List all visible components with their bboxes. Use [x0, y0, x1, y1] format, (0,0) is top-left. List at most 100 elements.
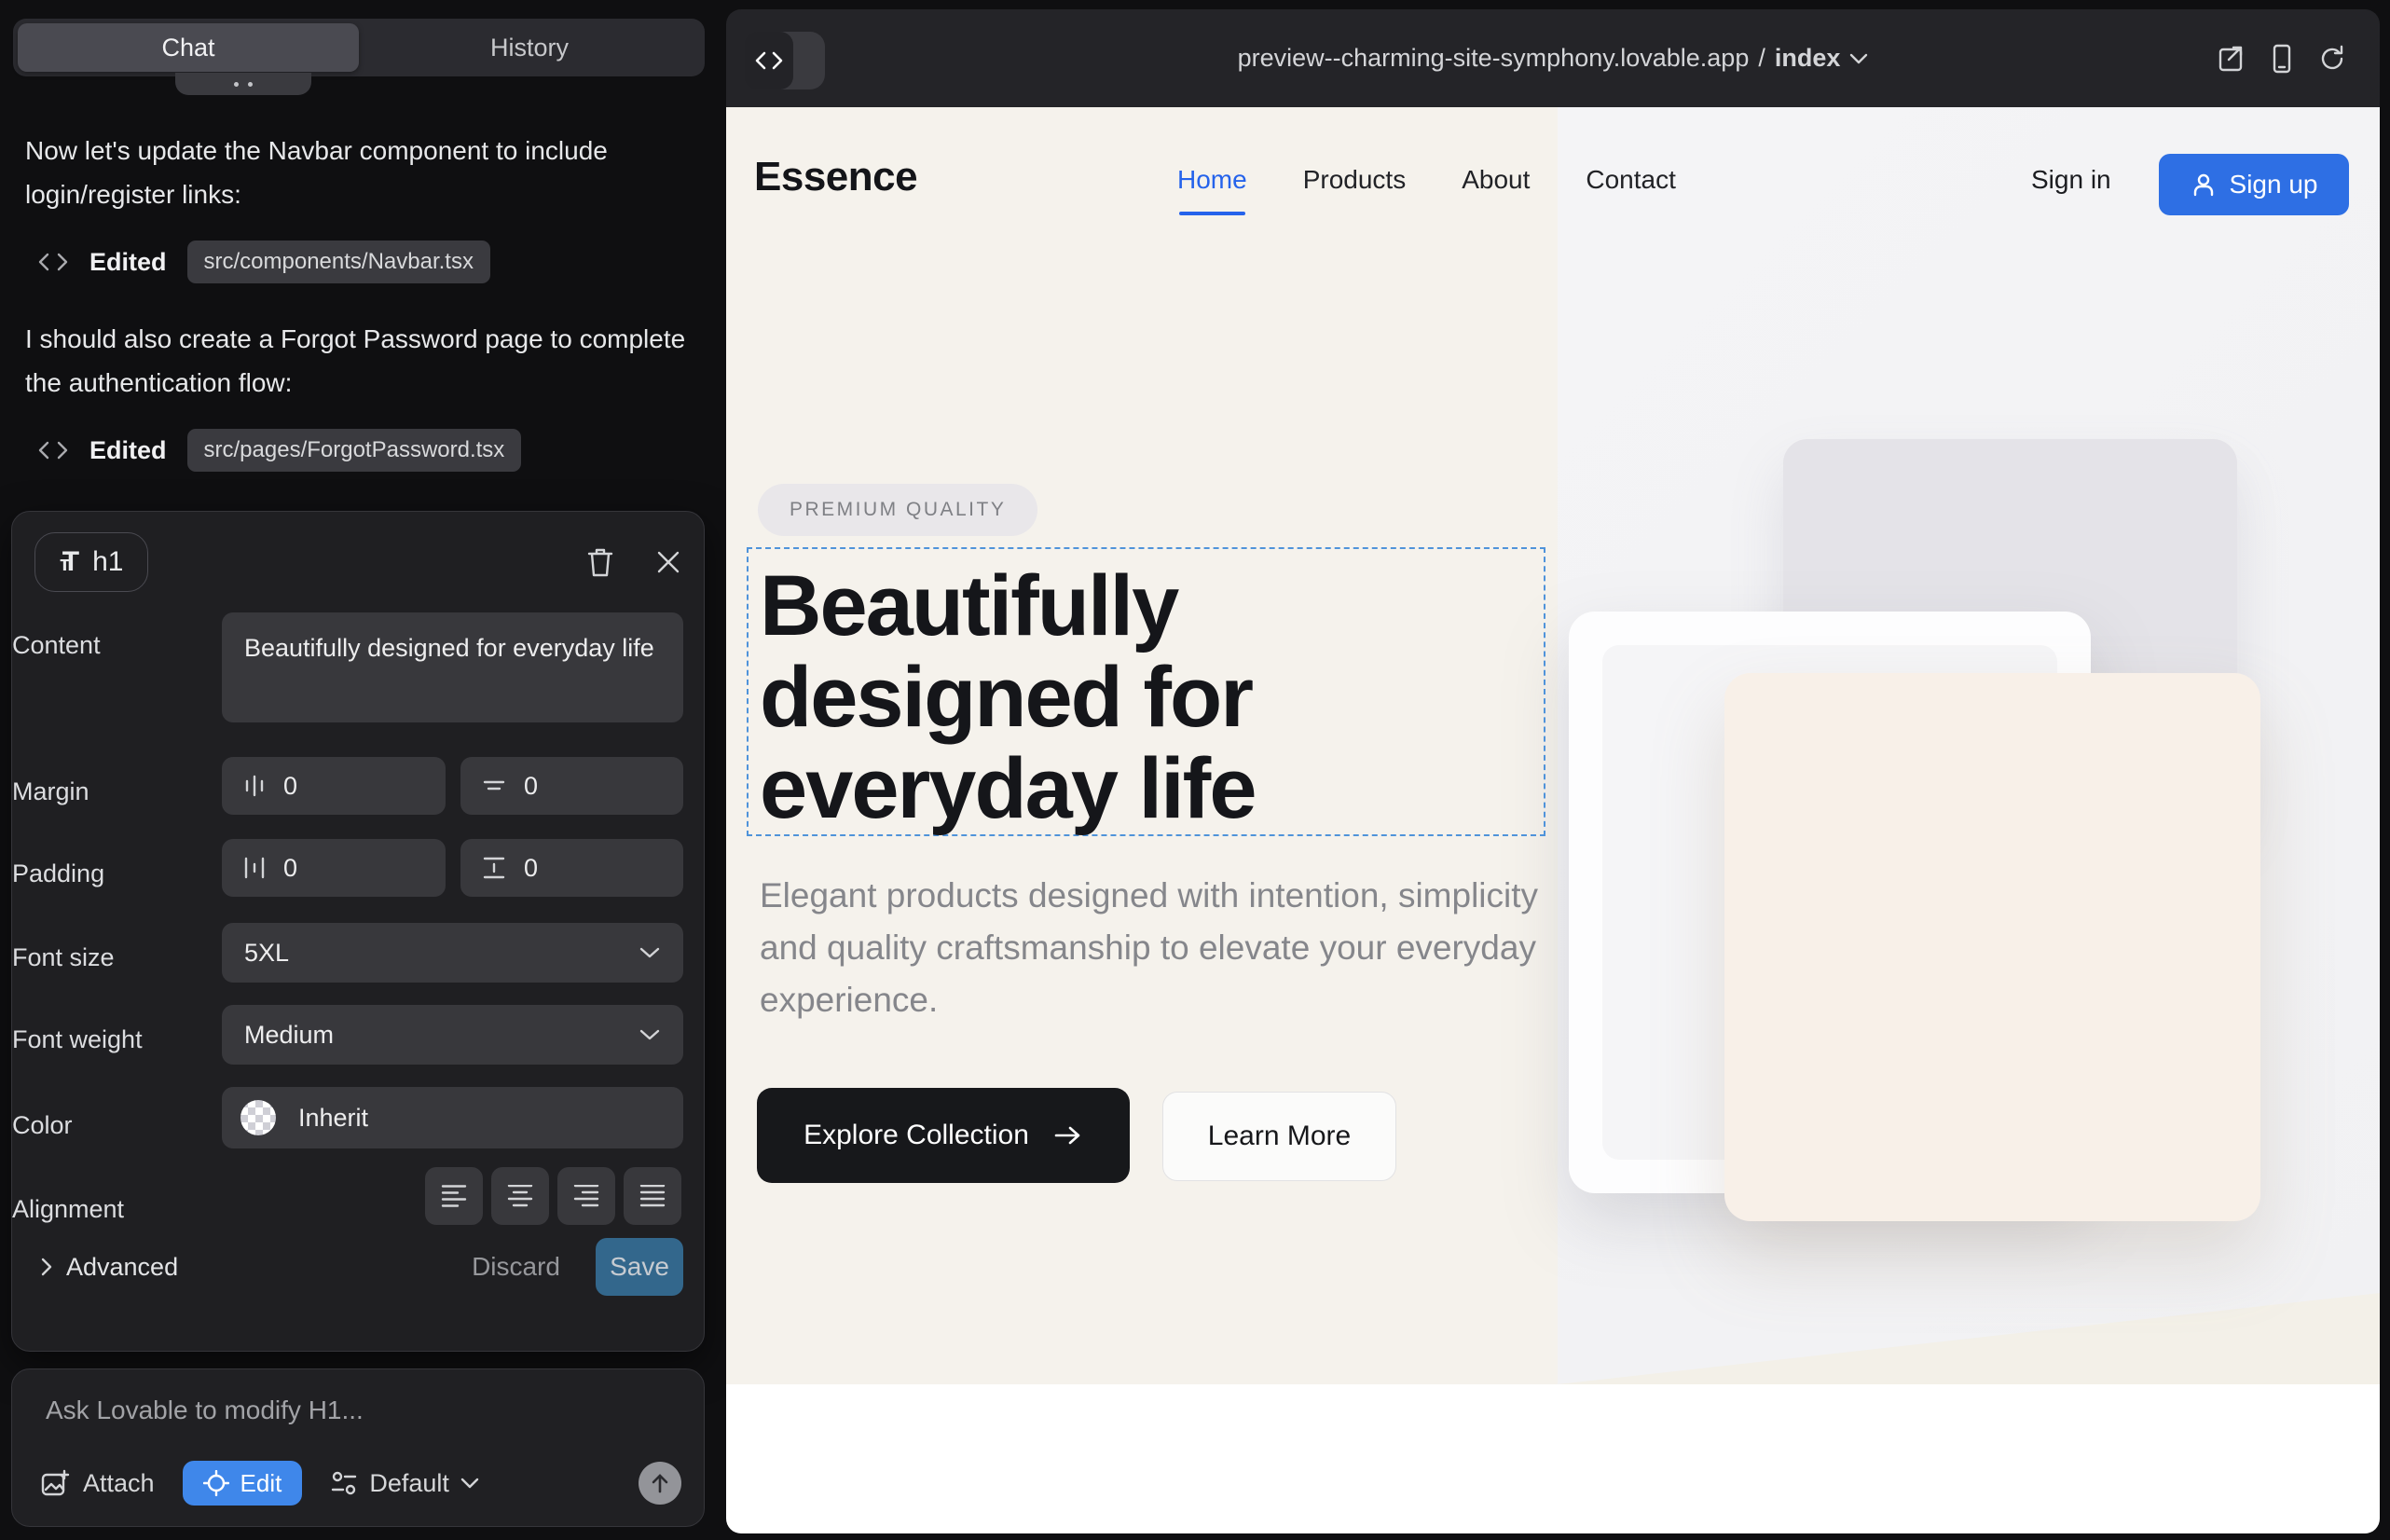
tab-chat[interactable]: Chat	[18, 23, 359, 72]
send-button[interactable]	[639, 1462, 681, 1505]
alignment-label: Alignment	[12, 1195, 124, 1224]
edit-mode-button[interactable]: Edit	[183, 1461, 303, 1506]
nav-link-contact[interactable]: Contact	[1586, 165, 1676, 195]
advanced-label: Advanced	[66, 1253, 178, 1282]
font-weight-select[interactable]: Medium	[222, 1005, 683, 1065]
attach-button[interactable]: Attach	[40, 1469, 155, 1498]
sliders-icon	[330, 1470, 358, 1496]
delete-element-button[interactable]	[586, 546, 614, 578]
hero-heading-line: designed for	[760, 652, 1255, 743]
margin-vertical-icon	[481, 776, 507, 796]
hero-heading-line: Beautifully	[760, 560, 1255, 652]
target-icon	[203, 1470, 229, 1496]
chat-sidebar: Chat History Now let's update the Navbar…	[0, 0, 726, 1540]
composer-input[interactable]	[46, 1396, 661, 1442]
arrow-up-icon	[650, 1472, 670, 1494]
align-right-button[interactable]	[557, 1167, 615, 1225]
sign-up-button[interactable]: Sign up	[2159, 154, 2349, 215]
align-center-icon	[506, 1185, 534, 1207]
align-left-icon	[440, 1185, 468, 1207]
mobile-view-icon[interactable]	[2272, 44, 2292, 74]
site-canvas: Essence Home Products About Contact Sign…	[726, 107, 2380, 1533]
margin-x-value: 0	[283, 772, 297, 801]
hero-heading[interactable]: Beautifully designed for everyday life	[760, 560, 1255, 834]
align-center-button[interactable]	[491, 1167, 549, 1225]
edited-label: Edited	[89, 248, 167, 277]
chevron-down-icon	[460, 1478, 479, 1489]
site-navbar: Essence Home Products About Contact Sign…	[726, 107, 2380, 228]
align-left-button[interactable]	[425, 1167, 483, 1225]
color-select[interactable]: Inherit	[222, 1087, 683, 1148]
save-button[interactable]: Save	[596, 1238, 683, 1296]
arrow-right-icon	[1053, 1124, 1083, 1147]
padding-vertical-icon	[481, 856, 507, 880]
preview-browser-bar: preview--charming-site-symphony.lovable.…	[726, 9, 2380, 107]
align-justify-button[interactable]	[624, 1167, 681, 1225]
dot-icon	[248, 82, 253, 87]
close-panel-button[interactable]	[655, 549, 681, 575]
tab-history[interactable]: History	[359, 23, 700, 72]
site-logo[interactable]: Essence	[754, 154, 917, 200]
element-editor-panel: ᴛT h1 Content Bea	[11, 511, 705, 1352]
nav-link-products[interactable]: Products	[1303, 165, 1407, 195]
typography-icon: ᴛT	[60, 546, 79, 578]
align-right-icon	[572, 1185, 600, 1207]
advanced-expander[interactable]: Advanced	[40, 1253, 178, 1282]
tab-history-label: History	[490, 34, 569, 62]
padding-y-value: 0	[524, 854, 538, 883]
content-input[interactable]: Beautifully designed for everyday life	[222, 612, 683, 722]
close-icon	[655, 549, 681, 575]
discard-button[interactable]: Discard	[472, 1252, 560, 1282]
font-size-select[interactable]: 5XL	[222, 923, 683, 983]
premium-quality-badge: PREMIUM QUALITY	[758, 484, 1037, 536]
chevron-down-icon	[639, 1028, 661, 1041]
code-icon	[37, 251, 69, 273]
sign-in-link[interactable]: Sign in	[2031, 165, 2111, 195]
file-chip[interactable]: src/pages/ForgotPassword.tsx	[187, 429, 522, 472]
decor-card-cream	[1724, 673, 2260, 1221]
chat-composer: Attach Edit Default	[11, 1368, 705, 1527]
site-preview-window: preview--charming-site-symphony.lovable.…	[726, 9, 2380, 1533]
color-label: Color	[12, 1111, 73, 1140]
open-external-icon[interactable]	[2218, 45, 2246, 73]
margin-y-input[interactable]: 0	[460, 757, 683, 815]
chevron-right-icon	[40, 1257, 53, 1277]
align-justify-icon	[639, 1185, 666, 1207]
nav-link-about[interactable]: About	[1462, 165, 1530, 195]
hero-paragraph: Elegant products designed with intention…	[760, 870, 1543, 1026]
learn-more-button[interactable]: Learn More	[1162, 1092, 1396, 1181]
trash-icon	[586, 546, 614, 578]
edited-file-row: Edited src/components/Navbar.tsx	[37, 241, 490, 283]
refresh-icon[interactable]	[2318, 45, 2346, 73]
mode-select[interactable]: Default	[330, 1469, 479, 1498]
code-icon	[37, 439, 69, 461]
element-tag-pill[interactable]: ᴛT h1	[34, 532, 148, 592]
preview-path: index	[1775, 44, 1841, 73]
color-value: Inherit	[298, 1104, 368, 1133]
padding-x-input[interactable]: 0	[222, 839, 446, 897]
padding-horizontal-icon	[242, 856, 267, 880]
clipped-chip	[175, 73, 311, 95]
learn-more-label: Learn More	[1208, 1121, 1351, 1152]
url-separator: /	[1758, 44, 1765, 73]
padding-y-input[interactable]: 0	[460, 839, 683, 897]
mode-label: Default	[369, 1469, 449, 1498]
preview-url-bar[interactable]: preview--charming-site-symphony.lovable.…	[726, 9, 2380, 107]
dot-icon	[234, 82, 239, 87]
chevron-down-icon	[1849, 53, 1868, 64]
margin-label: Margin	[12, 777, 89, 806]
explore-collection-label: Explore Collection	[804, 1120, 1029, 1151]
tab-chat-label: Chat	[161, 34, 214, 62]
transparent-swatch-icon	[240, 1100, 276, 1135]
file-chip[interactable]: src/components/Navbar.tsx	[187, 241, 490, 283]
chat-history-tabs: Chat History	[13, 19, 705, 76]
hero-heading-line: everyday life	[760, 743, 1255, 834]
margin-x-input[interactable]: 0	[222, 757, 446, 815]
explore-collection-button[interactable]: Explore Collection	[757, 1088, 1130, 1183]
padding-label: Padding	[12, 859, 104, 888]
element-tag-label: h1	[92, 546, 123, 578]
alignment-buttons	[425, 1167, 681, 1225]
edit-label: Edit	[240, 1469, 282, 1498]
edited-label: Edited	[89, 436, 167, 465]
nav-link-home[interactable]: Home	[1177, 165, 1247, 195]
